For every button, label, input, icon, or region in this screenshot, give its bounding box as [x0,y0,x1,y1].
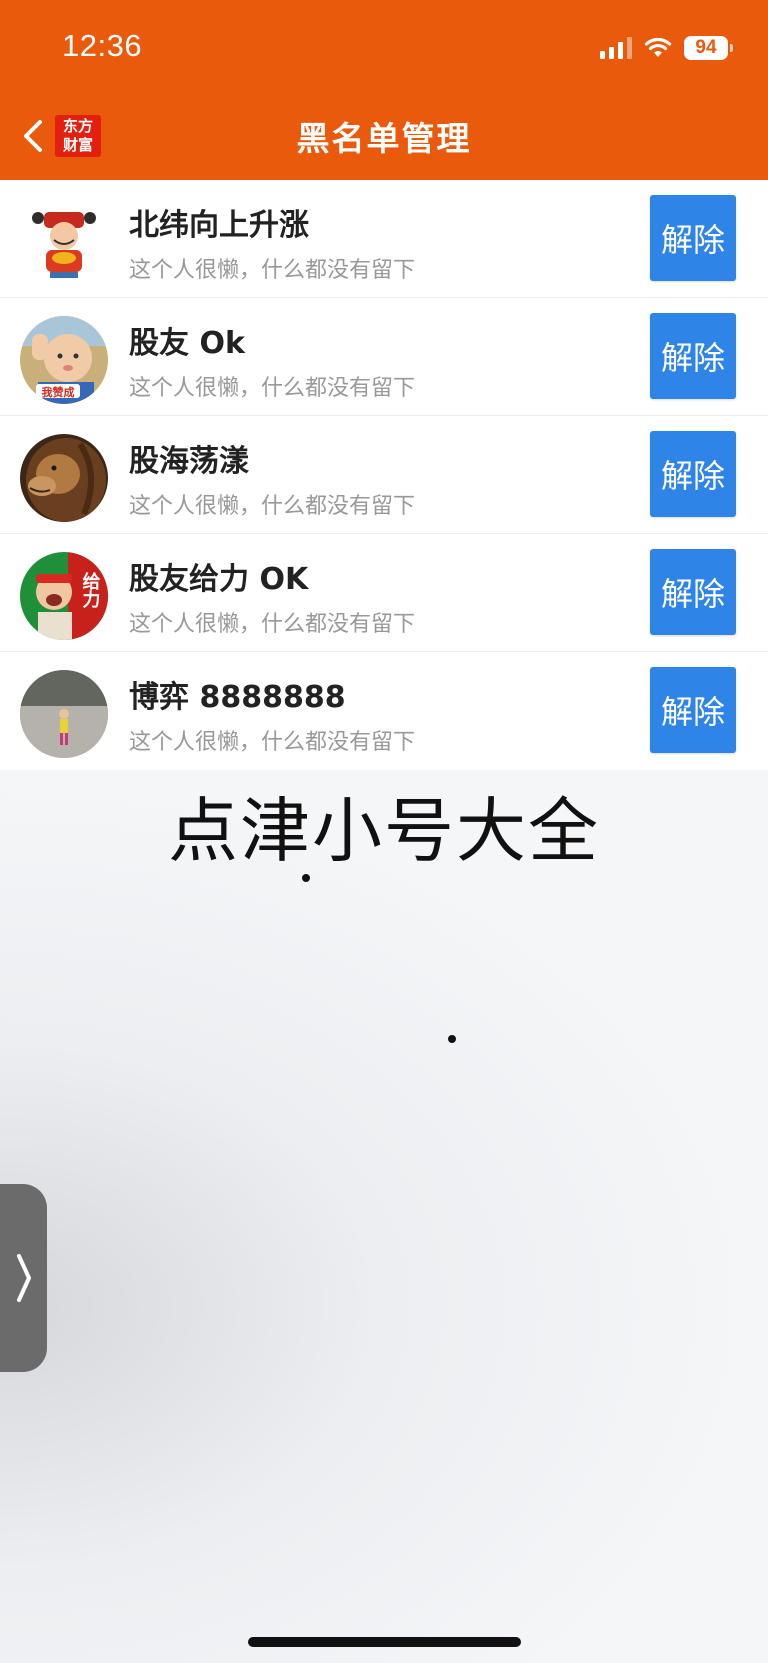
user-signature: 这个人很懒，什么都没有留下 [129,730,416,755]
unblock-button[interactable]: 解除 [650,195,736,281]
app-header: 12:36 94 东方 财富 黑名单管理 [0,0,768,180]
avatar[interactable] [20,198,108,286]
lion-avatar-icon [20,434,108,522]
watermark-text: 点津小号大全 [168,790,600,872]
watermark-dot [302,874,310,882]
list-item: 给力 股友给力 OK 这个人很懒，什么都没有留下 解除 [0,534,768,652]
avatar[interactable]: 我赞成 [20,316,108,404]
avatar-badge-text: 给力 [80,571,101,609]
username: 股友 Ok [129,326,245,361]
geili-kid-avatar-icon: 给力 [20,552,108,640]
user-signature: 这个人很懒，什么都没有留下 [129,494,416,519]
unblock-button[interactable]: 解除 [650,549,736,635]
username: 股友给力 OK [129,562,309,597]
username: 北纬向上升涨 [129,208,309,243]
unblock-button[interactable]: 解除 [650,313,736,399]
side-drawer-handle[interactable] [0,1184,47,1372]
fortune-god-avatar-icon [20,198,108,286]
wifi-icon [644,37,672,57]
user-signature: 这个人很懒，什么都没有留下 [129,376,416,401]
list-item: 北纬向上升涨 这个人很懒，什么都没有留下 解除 [0,180,768,298]
username: 股海荡漾 [129,444,249,479]
status-icons: 94 [600,32,733,64]
page-background [0,770,768,1663]
unblock-button[interactable]: 解除 [650,667,736,753]
blacklist: 北纬向上升涨 这个人很懒，什么都没有留下 解除 我赞成 股友 Ok 这个人很懒，… [0,180,768,770]
user-signature: 这个人很懒，什么都没有留下 [129,258,416,283]
watermark-dot [448,1035,456,1043]
list-item: 博弈 8888888 这个人很懒，什么都没有留下 解除 [0,652,768,770]
home-indicator[interactable] [248,1637,521,1647]
list-item: 股海荡漾 这个人很懒，什么都没有留下 解除 [0,416,768,534]
username: 博弈 8888888 [129,680,346,715]
list-item: 我赞成 股友 Ok 这个人很懒，什么都没有留下 解除 [0,298,768,416]
status-time: 12:36 [62,28,143,63]
battery-icon: 94 [684,36,733,60]
chevron-right-icon [16,1254,31,1302]
avatar[interactable] [20,670,108,758]
avatar-badge-text: 我赞成 [42,385,75,399]
page-title: 黑名单管理 [296,119,472,158]
cellular-signal-icon [600,37,632,59]
user-signature: 这个人很懒，什么都没有留下 [129,612,416,637]
avatar[interactable]: 给力 [20,552,108,640]
baby-avatar-icon: 我赞成 [20,316,108,404]
child-photo-avatar-icon [20,670,108,758]
avatar[interactable] [20,434,108,522]
unblock-button[interactable]: 解除 [650,431,736,517]
